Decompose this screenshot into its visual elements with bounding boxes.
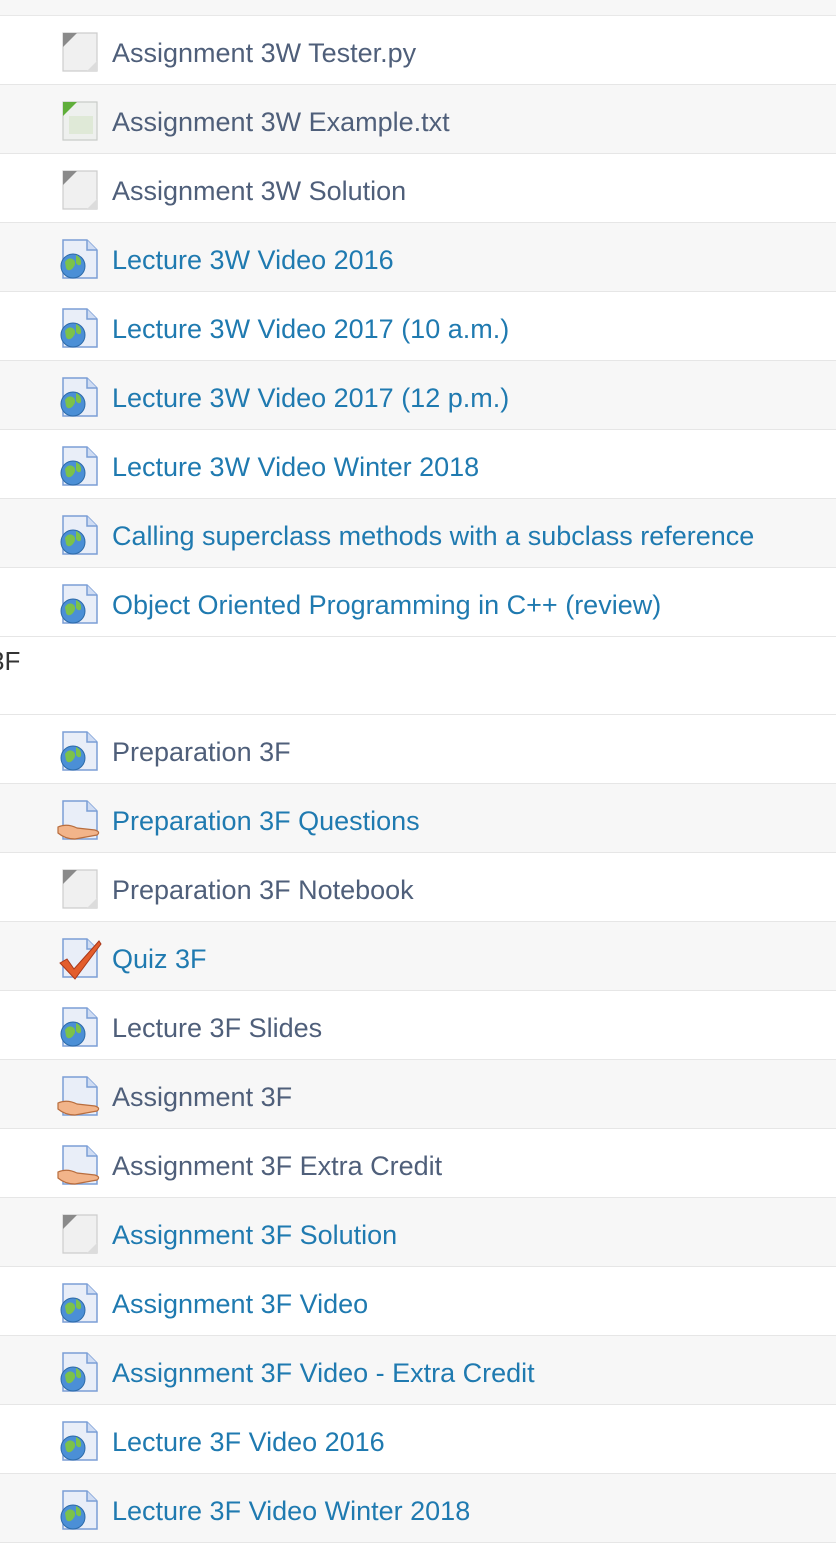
file-icon: [57, 29, 103, 75]
url-globe-icon-graphic: [60, 308, 98, 348]
text-file-icon-graphic: [62, 101, 98, 141]
section-3f-activity-link[interactable]: Preparation 3F Notebook: [112, 853, 414, 921]
url-globe-icon: [57, 1418, 103, 1464]
url-globe-icon-graphic: [60, 1007, 98, 1047]
section-3f-activity-row: Preparation 3F Questions: [0, 784, 836, 853]
quiz-check-icon-graphic: [59, 938, 102, 980]
section-3w-activity-link[interactable]: Lecture 3W Video 2017 (12 p.m.): [112, 361, 509, 429]
section-3f-activity-row: Assignment 3F Video: [0, 1267, 836, 1336]
url-globe-icon-graphic: [60, 1352, 98, 1392]
section-3f-activity-link[interactable]: Lecture 3F Video 2016: [112, 1405, 385, 1473]
file-icon-graphic: [62, 170, 98, 210]
file-icon: [57, 167, 103, 213]
assignment-hand-icon: [57, 1073, 103, 1119]
assignment-hand-icon-graphic: [57, 1076, 100, 1116]
section-3f-activity-link[interactable]: Assignment 3F Video: [112, 1267, 368, 1335]
section-3w-activity-link[interactable]: Lecture 3W Video 2017 (10 a.m.): [112, 292, 509, 360]
file-icon-graphic: [62, 1214, 98, 1254]
section-3w-activity-row: Assignment 3W Solution: [0, 154, 836, 223]
section-3w-activity-row: Calling superclass methods with a subcla…: [0, 499, 836, 568]
section-3w-activity-link[interactable]: Assignment 3W Solution: [112, 154, 406, 222]
section-3f-activity-link[interactable]: Assignment 3F Solution: [112, 1198, 397, 1266]
text-file-icon: [57, 98, 103, 144]
url-globe-icon: [57, 1004, 103, 1050]
section-3f-activity-row: Assignment 3F Extra Credit: [0, 1129, 836, 1198]
section-3f-title: 3F: [0, 646, 21, 676]
url-globe-icon: [57, 728, 103, 774]
section-3f-activity-link[interactable]: Preparation 3F Questions: [112, 784, 420, 852]
file-icon: [57, 866, 103, 912]
previous-row-edge: [0, 0, 836, 16]
assignment-hand-icon-graphic: [57, 800, 100, 840]
section-3w-activity-list: Assignment 3W Tester.py Assignment 3W Exa…: [0, 16, 836, 637]
file-icon-graphic: [62, 32, 98, 72]
url-globe-icon-graphic: [60, 1283, 98, 1323]
section-3f-activity-row: Lecture 3F Video 2016: [0, 1405, 836, 1474]
section-3f-activity-row: Assignment 3F Solution: [0, 1198, 836, 1267]
section-3f-header: [0, 638, 836, 715]
course-page: Assignment 3W Tester.py Assignment 3W Exa…: [0, 0, 836, 1568]
url-globe-icon: [57, 512, 103, 558]
assignment-hand-icon: [57, 797, 103, 843]
section-3f-activity-link[interactable]: Lecture 3F Video Winter 2018: [112, 1474, 470, 1542]
section-3w-activity-row: Assignment 3W Tester.py: [0, 16, 836, 85]
section-3w-activity-link[interactable]: Assignment 3W Tester.py: [112, 16, 416, 84]
section-3w-activity-link[interactable]: Calling superclass methods with a subcla…: [112, 499, 754, 567]
section-3w-activity-link[interactable]: Object Oriented Programming in C++ (revi…: [112, 568, 661, 636]
assignment-hand-icon-graphic: [57, 1145, 100, 1185]
url-globe-icon-graphic: [60, 1421, 98, 1461]
url-globe-icon: [57, 1487, 103, 1533]
url-globe-icon-graphic: [60, 584, 98, 624]
file-icon-graphic: [62, 869, 98, 909]
url-globe-icon-graphic: [60, 239, 98, 279]
section-3w-activity-row: Assignment 3W Example.txt: [0, 85, 836, 154]
section-3f-activity-link[interactable]: Lecture 3F Slides: [112, 991, 322, 1059]
url-globe-icon: [57, 443, 103, 489]
section-3w-activity-row: Lecture 3W Video Winter 2018: [0, 430, 836, 499]
section-3f-activity-link[interactable]: Assignment 3F Extra Credit: [112, 1129, 442, 1197]
url-globe-icon: [57, 1280, 103, 1326]
section-3w-activity-row: Lecture 3W Video 2016: [0, 223, 836, 292]
section-3f-activity-link[interactable]: Assignment 3F: [112, 1060, 292, 1128]
section-3f-activity-row: Assignment 3F: [0, 1060, 836, 1129]
section-3f-activity-list: Preparation 3F Preparation 3F Questions Pr…: [0, 715, 836, 1543]
section-3f-activity-row: Lecture 3F Video Winter 2018: [0, 1474, 836, 1543]
url-globe-icon: [57, 236, 103, 282]
url-globe-icon-graphic: [60, 377, 98, 417]
section-3f-activity-row: Assignment 3F Video - Extra Credit: [0, 1336, 836, 1405]
section-3w-activity-row: Lecture 3W Video 2017 (12 p.m.): [0, 361, 836, 430]
assignment-hand-icon: [57, 1142, 103, 1188]
url-globe-icon: [57, 1349, 103, 1395]
section-3f-activity-row: Quiz 3F: [0, 922, 836, 991]
section-3f-activity-row: Lecture 3F Slides: [0, 991, 836, 1060]
section-3f-activity-row: Preparation 3F Notebook: [0, 853, 836, 922]
section-3f-activity-link[interactable]: Quiz 3F: [112, 922, 207, 990]
section-3f-activity-row: Preparation 3F: [0, 715, 836, 784]
quiz-check-icon: [57, 935, 103, 981]
section-3w-activity-row: Lecture 3W Video 2017 (10 a.m.): [0, 292, 836, 361]
url-globe-icon-graphic: [60, 515, 98, 555]
url-globe-icon: [57, 581, 103, 627]
section-3w-activity-link[interactable]: Lecture 3W Video Winter 2018: [112, 430, 479, 498]
url-globe-icon-graphic: [60, 1490, 98, 1530]
section-3f-activity-link[interactable]: Assignment 3F Video - Extra Credit: [112, 1336, 535, 1404]
section-3w-activity-link[interactable]: Assignment 3W Example.txt: [112, 85, 450, 153]
section-3f-activity-link[interactable]: Preparation 3F: [112, 715, 291, 783]
url-globe-icon-graphic: [60, 446, 98, 486]
url-globe-icon: [57, 374, 103, 420]
url-globe-icon: [57, 305, 103, 351]
file-icon: [57, 1211, 103, 1257]
url-globe-icon-graphic: [60, 731, 98, 771]
section-3w-activity-link[interactable]: Lecture 3W Video 2016: [112, 223, 394, 291]
section-3w-activity-row: Object Oriented Programming in C++ (revi…: [0, 568, 836, 637]
